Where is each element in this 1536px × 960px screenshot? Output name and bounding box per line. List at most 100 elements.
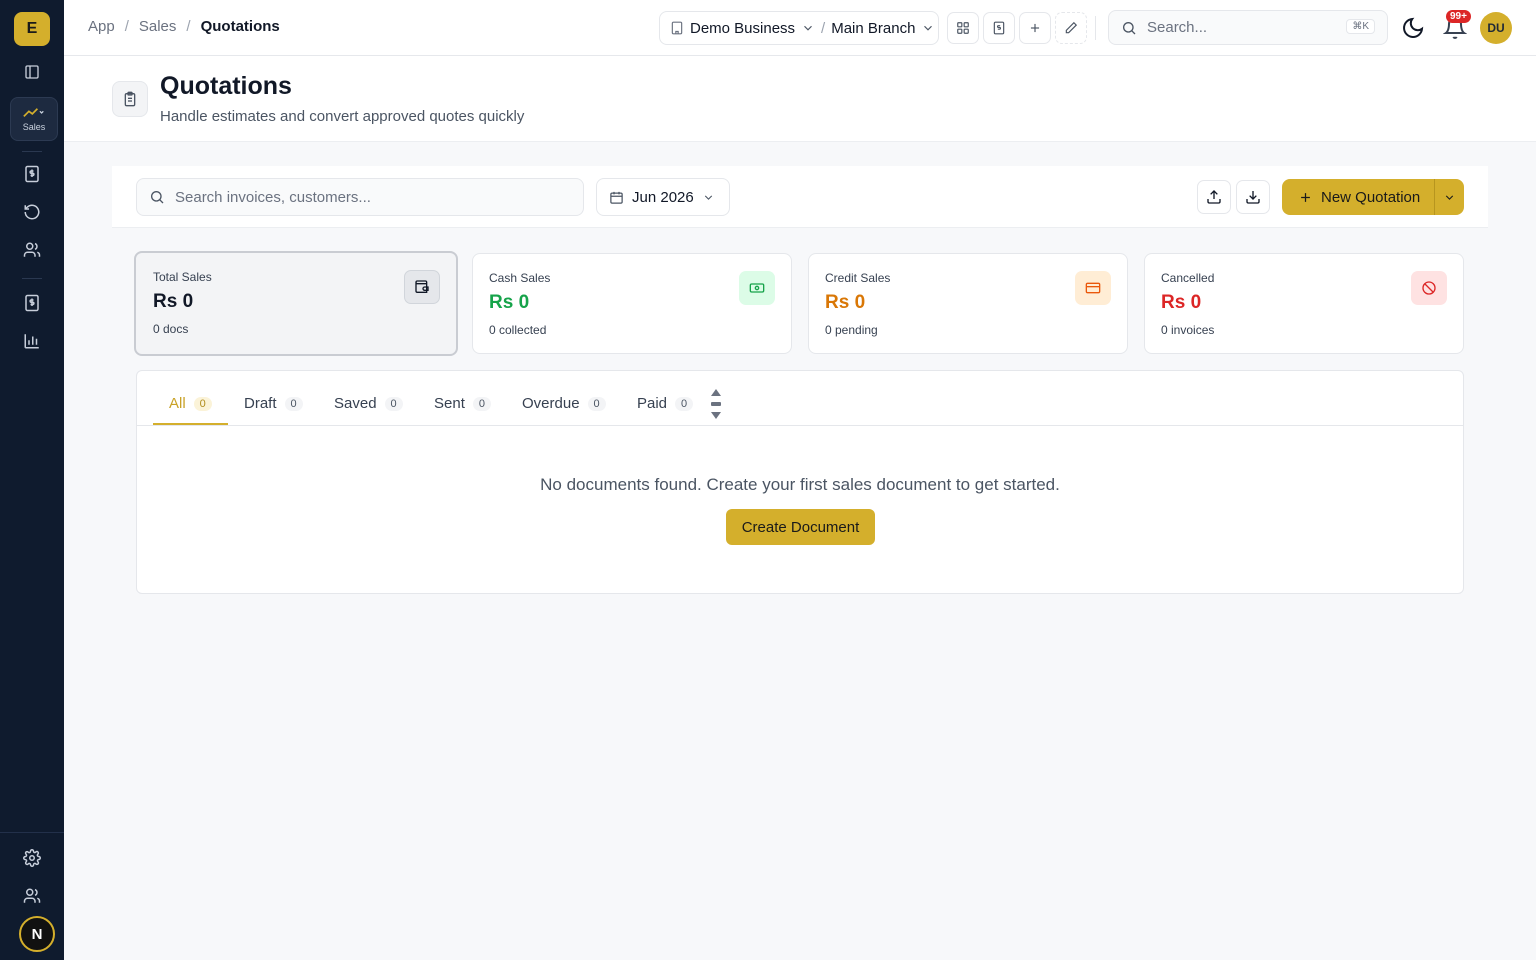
active-tab-indicator — [153, 423, 228, 425]
breadcrumb-current: Quotations — [200, 18, 280, 35]
separator: / — [821, 19, 826, 37]
chevron-down-icon — [1445, 194, 1454, 200]
returns-icon[interactable] — [20, 200, 44, 224]
app-logo[interactable]: E — [14, 12, 50, 46]
tab-label: Saved — [334, 395, 377, 412]
breadcrumb-sales[interactable]: Sales — [139, 18, 177, 35]
tab-draft[interactable]: Draft 0 — [244, 395, 303, 412]
apps-grid-button[interactable] — [947, 12, 979, 44]
payments-icon[interactable] — [20, 291, 44, 315]
stat-value: Rs 0 — [1161, 292, 1202, 313]
gear-icon[interactable] — [20, 846, 44, 870]
tab-saved[interactable]: Saved 0 — [334, 395, 403, 412]
chevron-down-icon — [804, 25, 812, 31]
breadcrumb-separator: / — [186, 18, 191, 35]
stat-sub: 0 pending — [825, 323, 878, 337]
empty-state-message: No documents found. Create your first sa… — [540, 475, 1060, 494]
tab-all[interactable]: All 0 — [169, 395, 212, 412]
stat-card-cancelled[interactable]: Cancelled Rs 0 0 invoices — [1144, 253, 1464, 354]
tab-paid[interactable]: Paid 0 — [637, 395, 694, 412]
search-icon — [151, 191, 164, 204]
download-icon — [1246, 191, 1260, 204]
tab-count: 0 — [384, 396, 403, 411]
global-search[interactable]: ⌘K — [1108, 10, 1388, 45]
tab-scroll-icon[interactable] — [709, 387, 723, 421]
sidebar-item-label: Sales — [22, 121, 46, 132]
customers-icon[interactable] — [20, 238, 44, 262]
tab-count: 0 — [675, 396, 694, 411]
period-selector[interactable]: Jun 2026 — [596, 178, 730, 216]
page-title: Quotations — [160, 72, 292, 100]
tab-count: 0 — [587, 396, 606, 411]
divider — [22, 278, 42, 279]
credit-card-icon — [1075, 271, 1111, 305]
workspace-avatar[interactable]: N — [19, 916, 55, 952]
divider — [22, 151, 42, 152]
export-button[interactable] — [1197, 180, 1231, 214]
stat-label: Cancelled — [1161, 271, 1215, 285]
stat-sub: 0 invoices — [1161, 323, 1215, 337]
global-search-input[interactable] — [1147, 19, 1337, 36]
tab-label: Draft — [244, 395, 277, 412]
stat-sub: 0 docs — [153, 322, 189, 336]
edit-layout-button[interactable] — [1055, 12, 1087, 44]
stat-value: Rs 0 — [153, 291, 194, 312]
list-search-input[interactable] — [175, 188, 555, 206]
stat-label: Credit Sales — [825, 271, 891, 285]
new-quotation-button[interactable]: New Quotation — [1282, 179, 1434, 215]
stat-label: Total Sales — [153, 270, 212, 284]
search-shortcut: ⌘K — [1346, 19, 1375, 34]
documents-button[interactable] — [983, 12, 1015, 44]
quick-add-button[interactable] — [1019, 12, 1051, 44]
tab-label: Overdue — [522, 395, 580, 412]
list-search[interactable] — [136, 178, 584, 216]
users-icon[interactable] — [20, 884, 44, 908]
trending-up-icon — [23, 107, 44, 117]
invoice-icon[interactable] — [20, 162, 44, 186]
branch-name[interactable]: Main Branch — [831, 20, 915, 37]
tab-overdue[interactable]: Overdue 0 — [522, 395, 606, 412]
tab-label: All — [169, 395, 186, 412]
pencil-icon — [1065, 21, 1078, 34]
stat-value: Rs 0 — [825, 292, 866, 313]
documents-panel: All 0 Draft 0 Saved 0 Sent 0 Overdue 0 P… — [136, 370, 1464, 594]
page-header: Quotations Handle estimates and convert … — [64, 56, 1536, 142]
breadcrumb-app[interactable]: App — [88, 18, 115, 35]
upload-icon — [1207, 190, 1221, 204]
stat-card-cash-sales[interactable]: Cash Sales Rs 0 0 collected — [472, 253, 792, 354]
page-subtitle: Handle estimates and convert approved qu… — [160, 108, 525, 125]
clipboard-icon — [112, 81, 148, 117]
user-avatar[interactable]: DU — [1480, 12, 1512, 44]
stat-label: Cash Sales — [489, 271, 551, 285]
stat-sub: 0 collected — [489, 323, 547, 337]
reports-icon[interactable] — [20, 329, 44, 353]
tab-count: 0 — [472, 396, 491, 411]
new-quotation-dropdown[interactable] — [1434, 179, 1464, 215]
ban-icon — [1411, 271, 1447, 305]
tab-sent[interactable]: Sent 0 — [434, 395, 491, 412]
new-quotation-label: New Quotation — [1321, 188, 1421, 206]
breadcrumb-separator: / — [124, 18, 129, 35]
breadcrumb: App / Sales / Quotations — [88, 18, 280, 35]
business-name[interactable]: Demo Business — [690, 20, 795, 37]
divider — [1095, 16, 1096, 40]
list-toolbar: Jun 2026 New Quotation — [112, 166, 1488, 228]
tab-label: Sent — [434, 395, 465, 412]
create-document-button[interactable]: Create Document — [726, 509, 875, 545]
tab-label: Paid — [637, 395, 668, 412]
tab-count: 0 — [193, 396, 212, 411]
stat-card-total-sales[interactable]: Total Sales Rs 0 0 docs — [134, 251, 458, 356]
divider — [0, 832, 64, 833]
moon-icon[interactable] — [1401, 16, 1425, 40]
notification-badge: 99+ — [1446, 10, 1471, 23]
business-branch-selector[interactable]: Demo Business / Main Branch — [659, 11, 939, 45]
plus-icon — [1301, 192, 1310, 202]
sidebar: E Sales N — [0, 0, 64, 960]
chevron-down-icon — [704, 194, 712, 200]
building-icon — [671, 21, 683, 35]
stat-card-credit-sales[interactable]: Credit Sales Rs 0 0 pending — [808, 253, 1128, 354]
sidebar-item-sales[interactable]: Sales — [10, 97, 58, 141]
stat-value: Rs 0 — [489, 292, 530, 313]
panel-toggle-icon[interactable] — [20, 60, 44, 84]
import-button[interactable] — [1236, 180, 1270, 214]
